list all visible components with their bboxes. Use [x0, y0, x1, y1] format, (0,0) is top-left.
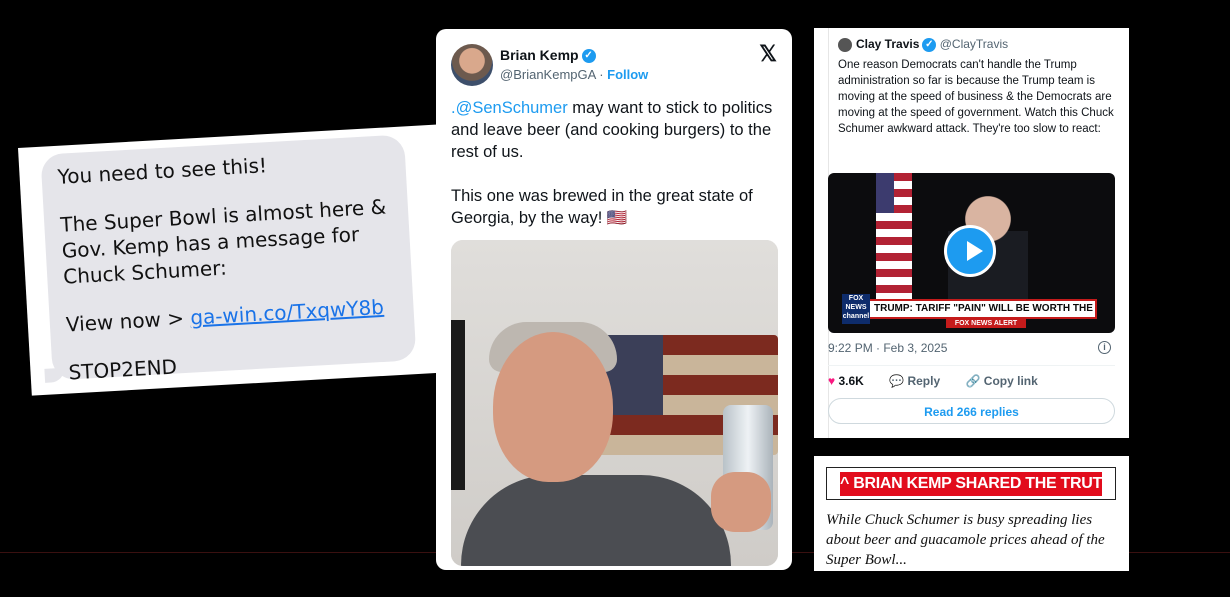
avatar[interactable] — [451, 44, 493, 86]
fox-news-logo: FOX NEWS channel — [842, 294, 870, 324]
tweet-video[interactable]: TRUMP: TARIFF "PAIN" WILL BE WORTH THE P… — [828, 173, 1115, 333]
truth-card: ^ BRIAN KEMP SHARED THE TRUTH ^ While Ch… — [814, 456, 1129, 571]
x-logo-icon[interactable]: 𝕏 — [759, 41, 777, 67]
us-flag-icon: 🇺🇸 — [606, 209, 628, 227]
tweet-brian-kemp: Brian Kemp ✓ @BrianKempGA · Follow 𝕏 .@Se… — [436, 29, 792, 570]
copy-link-button[interactable]: 🔗 Copy link — [966, 374, 1038, 388]
reply-button[interactable]: 💬 Reply — [889, 374, 940, 388]
truth-text: While Chuck Schumer is busy spreading li… — [826, 512, 1105, 568]
tweet-text: One reason Democrats can't handle the Tr… — [838, 59, 1114, 135]
tweet-text: .@SenSchumer may want to stick to politi… — [451, 99, 773, 227]
handle-row: @BrianKempGA · Follow — [500, 67, 649, 82]
like-button[interactable]: ♥ 3.6K — [828, 374, 864, 388]
avatar[interactable] — [838, 38, 852, 52]
sms-stop-text: STOP2END — [67, 354, 178, 385]
sms-view-prefix: View now > — [65, 305, 191, 337]
info-icon[interactable]: i — [1098, 341, 1111, 354]
divider — [828, 365, 1115, 366]
truth-banner: ^ BRIAN KEMP SHARED THE TRUTH ^ — [840, 472, 1127, 496]
user-name[interactable]: Clay Travis ✓ @ClayTravis — [856, 37, 1008, 52]
play-icon[interactable] — [944, 225, 996, 277]
sms-view-now: View now > ga-win.co/TxqwY8b — [65, 294, 384, 338]
read-replies-button[interactable]: Read 266 replies — [828, 398, 1115, 424]
verified-badge-icon: ✓ — [581, 49, 596, 64]
link-icon: 🔗 — [965, 374, 981, 388]
sms-link[interactable]: ga-win.co/TxqwY8b — [190, 295, 385, 330]
reply-icon: 💬 — [889, 374, 905, 388]
truth-banner-frame: ^ BRIAN KEMP SHARED THE TRUTH ^ — [826, 467, 1127, 500]
verified-badge-icon: ✓ — [922, 37, 937, 52]
user-handle[interactable]: @BrianKempGA — [500, 67, 596, 82]
user-handle[interactable]: @ClayTravis — [940, 37, 1008, 51]
tweet-timestamp[interactable]: 9:22 PM · Feb 3, 2025 — [828, 341, 947, 355]
tweet-photo[interactable] — [451, 240, 778, 566]
news-chyron: TRUMP: TARIFF "PAIN" WILL BE WORTH THE P… — [842, 299, 1097, 319]
news-alert-label: FOX NEWS ALERT — [946, 319, 1026, 328]
tweet-clay-travis: Clay Travis ✓ @ClayTravis One reason Demo… — [814, 28, 1129, 438]
mention-link[interactable]: .@SenSchumer — [451, 99, 568, 117]
sms-line-1: You need to see this! — [57, 153, 268, 189]
heart-icon: ♥ — [828, 374, 836, 388]
user-name[interactable]: Brian Kemp ✓ — [500, 47, 596, 64]
sms-message-card: You need to see this! The Super Bowl is … — [18, 124, 452, 396]
sms-bubble: You need to see this! The Super Bowl is … — [40, 134, 417, 385]
follow-button[interactable]: Follow — [607, 67, 648, 82]
tweet-actions: ♥ 3.6K 💬 Reply 🔗 Copy link — [828, 374, 1060, 388]
